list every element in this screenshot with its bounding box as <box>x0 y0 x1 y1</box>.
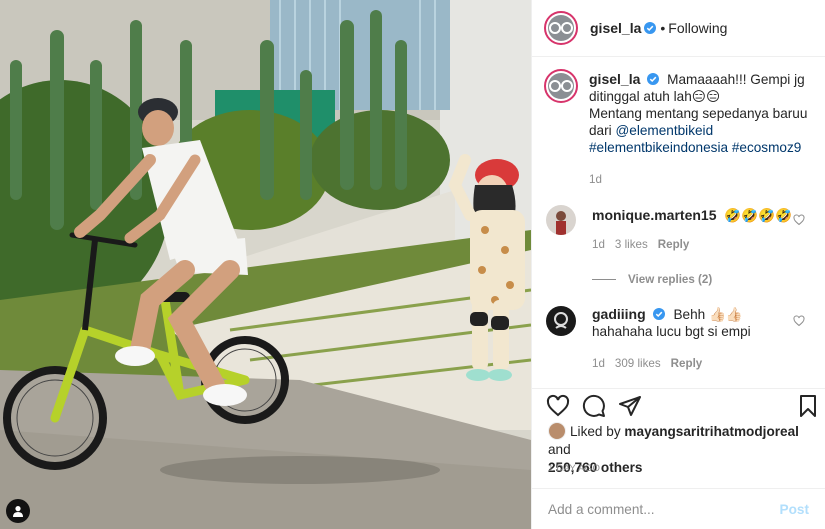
comment-username[interactable]: monique.marten15 <box>592 207 716 223</box>
avatar-logo-icon <box>549 80 573 92</box>
comment-likes[interactable]: 3 likes <box>615 236 648 253</box>
comment-bubble-icon[interactable] <box>582 394 606 418</box>
likes-prefix: Liked by <box>570 424 625 439</box>
user-tag-icon <box>13 506 23 517</box>
view-replies-label: View replies (2) <box>628 273 713 286</box>
view-replies-button[interactable]: View replies (2) <box>592 273 813 286</box>
likes-and: and <box>548 442 571 457</box>
verified-badge-icon <box>644 22 657 34</box>
bookmark-icon[interactable] <box>796 394 820 418</box>
heart-icon[interactable] <box>793 214 805 226</box>
comment-item: monique.marten15 🤣🤣🤣🤣 1d 3 likes Reply <box>544 205 813 253</box>
reply-button[interactable]: Reply <box>671 355 703 372</box>
view-replies-line <box>592 279 616 280</box>
caption: gisel_la Mamaaaah!!! Gempi jg ditinggal … <box>544 69 813 188</box>
comment-likes[interactable]: 309 likes <box>615 355 661 372</box>
caption-hashtags[interactable]: #elementbikeindonesia #ecosmoz9 <box>589 140 801 155</box>
tagged-users-button[interactable] <box>6 499 30 523</box>
comment-text: Behh 👍🏻👍🏻 <box>673 307 743 322</box>
commenter-photo <box>546 205 576 235</box>
comment-text: 🤣🤣🤣🤣 <box>724 208 792 223</box>
add-comment-bar: Add a comment... Post <box>532 488 825 529</box>
following-button[interactable]: Following <box>668 20 727 36</box>
post-side-panel: gisel_la • Following gisel_la Mamaaaah!!… <box>531 0 825 529</box>
follow-separator: • <box>660 20 666 36</box>
reply-button[interactable]: Reply <box>658 236 690 253</box>
add-comment-input[interactable]: Add a comment... <box>548 502 780 517</box>
post-timestamp[interactable]: 1 DAY AGO <box>548 463 600 474</box>
caption-age[interactable]: 1d <box>589 171 602 188</box>
liker-username[interactable]: mayangsaritrihatmodjoreal <box>624 424 799 439</box>
post-photo[interactable] <box>0 0 531 529</box>
author-username[interactable]: gisel_la <box>590 20 641 36</box>
comment-age[interactable]: 1d <box>592 236 605 253</box>
caption-mention-link[interactable]: @elementbikeid <box>615 123 713 138</box>
photo-scene <box>0 0 531 529</box>
caption-avatar[interactable] <box>544 69 578 103</box>
heart-icon[interactable] <box>793 315 805 327</box>
verified-badge-icon <box>647 73 660 85</box>
paper-plane-icon[interactable] <box>618 394 642 418</box>
post-header: gisel_la • Following <box>532 0 825 57</box>
comment-item: gadiiing Behh 👍🏻👍🏻 hahahaha lucu bgt si … <box>544 306 813 372</box>
comment-age[interactable]: 1d <box>592 355 605 372</box>
liker-avatar[interactable] <box>548 422 566 440</box>
comment-text-line2: hahahaha lucu bgt si empi <box>592 324 751 339</box>
author-avatar[interactable] <box>544 11 578 45</box>
caption-username[interactable]: gisel_la <box>589 71 640 87</box>
verified-badge-icon <box>652 308 665 320</box>
commenter-avatar[interactable] <box>546 205 576 235</box>
post-comment-button[interactable]: Post <box>780 502 809 517</box>
commenter-avatar[interactable] <box>546 306 576 336</box>
like-heart-icon[interactable] <box>546 394 570 418</box>
comment-username[interactable]: gadiiing <box>592 306 646 322</box>
commenter-photo <box>546 306 576 336</box>
avatar-logo-icon <box>549 22 573 34</box>
comments-list[interactable]: gisel_la Mamaaaah!!! Gempi jg ditinggal … <box>532 57 825 387</box>
action-bar <box>532 388 825 422</box>
